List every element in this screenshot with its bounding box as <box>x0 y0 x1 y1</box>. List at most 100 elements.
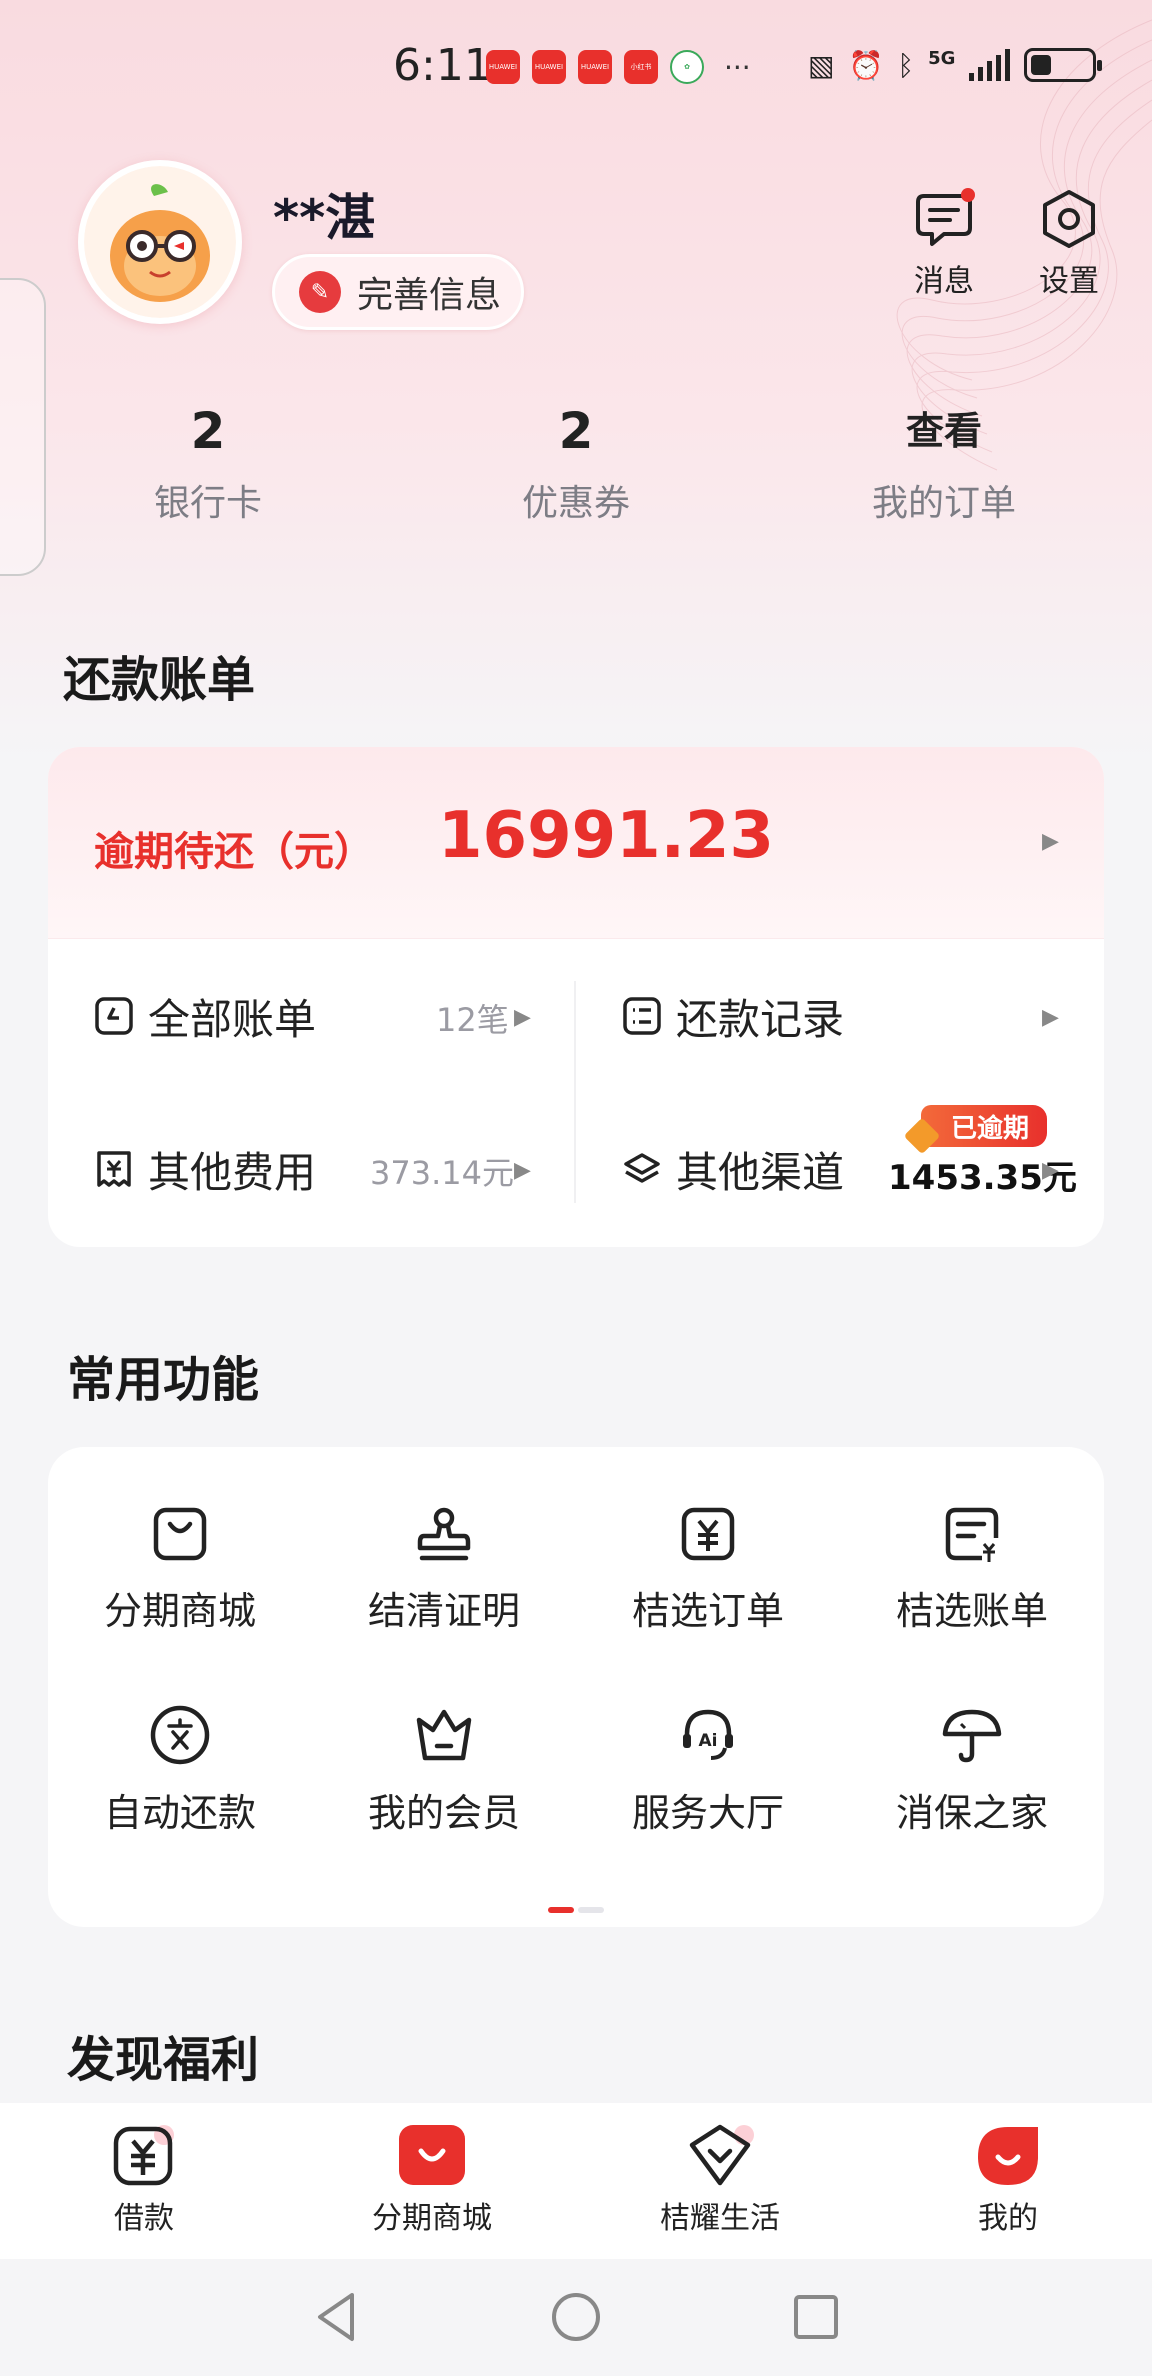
bank-cards-label: 银行卡 <box>153 483 262 524</box>
other-fees-amount: 373.14元 <box>370 1154 514 1192</box>
messages-button[interactable]: 消息 <box>899 188 989 300</box>
chevron-right-icon: ▶ <box>514 1158 531 1183</box>
huawei-app-icon: HUAWEI <box>486 50 520 84</box>
chevron-right-icon: ▶ <box>1042 1005 1059 1030</box>
shopping-bag-icon <box>153 1507 207 1561</box>
nav-mine[interactable]: 我的 <box>908 2123 1108 2237</box>
feature-label: 结清证明 <box>367 1589 520 1633</box>
huawei-app-icon: HUAWEI <box>578 50 612 84</box>
nav-mall[interactable]: 分期商城 <box>332 2123 532 2237</box>
bill-icon <box>945 1507 999 1562</box>
gear-icon <box>1043 190 1095 248</box>
other-fees-link[interactable]: 其他费用 <box>94 1129 316 1209</box>
calendar-bill-icon <box>95 997 133 1035</box>
back-icon[interactable] <box>312 2289 360 2345</box>
user-name: **湛 <box>273 189 376 247</box>
status-time: 6:11 <box>393 40 492 91</box>
auto-pay-icon <box>150 1705 210 1765</box>
feature-label: 分期商城 <box>103 1589 256 1633</box>
loan-icon <box>113 2125 174 2186</box>
orange-mascot-avatar-icon <box>84 166 236 318</box>
chevron-right-icon: ▶ <box>1042 829 1059 854</box>
orders-view-link: 查看 <box>905 409 982 453</box>
nav-loan[interactable]: 借款 <box>44 2123 244 2237</box>
bank-cards-stat[interactable]: 2 银行卡 <box>78 396 338 526</box>
nav-life[interactable]: 桔耀生活 <box>620 2123 820 2237</box>
layers-icon <box>624 1153 660 1183</box>
other-channels-label: 其他渠道 <box>676 1147 845 1197</box>
all-bills-label: 全部账单 <box>148 994 317 1044</box>
mine-icon <box>978 2127 1038 2185</box>
all-bills-count: 12笔 <box>436 1001 509 1039</box>
feature-selected-bills[interactable]: 桔选账单 <box>840 1504 1104 1635</box>
bank-cards-count: 2 <box>190 402 226 460</box>
feature-label: 自动还款 <box>103 1791 256 1835</box>
avatar[interactable] <box>78 160 242 324</box>
battery-icon <box>1024 48 1103 82</box>
settings-label: 设置 <box>1039 264 1099 299</box>
alarm-icon: ⏰ <box>848 48 884 82</box>
feature-selected-orders[interactable]: 桔选订单 <box>576 1504 840 1635</box>
all-bills-link[interactable]: 全部账单 <box>94 976 316 1056</box>
feature-consumer-protection[interactable]: 消保之家 <box>840 1704 1104 1837</box>
nav-label: 借款 <box>114 2201 174 2236</box>
features-page-indicator <box>548 1907 604 1913</box>
pencil-icon: ✎ <box>299 271 341 313</box>
ai-service-icon: Ai <box>683 1709 733 1760</box>
coupons-stat[interactable]: 2 优惠券 <box>446 396 706 526</box>
life-icon <box>689 2124 754 2186</box>
feature-label: 桔选订单 <box>631 1589 784 1633</box>
nav-label: 我的 <box>978 2201 1038 2236</box>
overdue-label: 逾期待还（元） <box>94 829 374 875</box>
chevron-right-icon: ▶ <box>1042 1158 1059 1183</box>
coupons-label: 优惠券 <box>521 483 630 524</box>
repayment-records-label: 还款记录 <box>676 994 845 1044</box>
complete-info-label: 完善信息 <box>357 275 502 316</box>
page-dot-active <box>548 1907 574 1913</box>
recent-apps-icon[interactable] <box>792 2293 840 2341</box>
feature-label: 我的会员 <box>367 1791 520 1835</box>
signal-icon <box>969 49 1011 81</box>
settings-button[interactable]: 设置 <box>1024 188 1114 300</box>
huawei-app-icon: HUAWEI <box>532 50 566 84</box>
other-fees-label: 其他费用 <box>148 1147 317 1197</box>
feature-label: 服务大厅 <box>631 1791 784 1835</box>
yuan-order-icon <box>681 1507 735 1561</box>
complete-info-button[interactable]: ✎ 完善信息 <box>272 254 524 330</box>
page-dot <box>578 1907 604 1913</box>
bottom-nav: 借款 分期商城 桔耀生活 我的 <box>0 2103 1152 2259</box>
bank-app-icon: ✿ <box>670 50 704 84</box>
nav-label: 分期商城 <box>372 2201 492 2236</box>
nfc-icon: ▧ <box>808 48 835 82</box>
home-icon[interactable] <box>550 2291 602 2343</box>
orders-label: 我的订单 <box>871 483 1016 524</box>
records-list-icon <box>623 997 661 1035</box>
repayment-section-title: 还款账单 <box>63 652 256 708</box>
overdue-tag: 已逾期 <box>921 1105 1048 1147</box>
feature-settlement-proof[interactable]: 结清证明 <box>312 1504 576 1635</box>
feature-label: 桔选账单 <box>895 1589 1048 1633</box>
feature-service-hall[interactable]: Ai 服务大厅 <box>576 1704 840 1837</box>
status-icons: ▧ ⏰ ᛒ 5G <box>808 48 1103 82</box>
feature-auto-repay[interactable]: 自动还款 <box>48 1704 312 1837</box>
stamp-icon <box>417 1507 471 1561</box>
other-channels-link[interactable]: 其他渠道 <box>622 1129 844 1209</box>
account-stats: 2 银行卡 2 优惠券 查看 我的订单 <box>0 396 1152 526</box>
bluetooth-icon: ᛒ <box>897 48 915 82</box>
overdue-summary[interactable]: 逾期待还（元） 16991.23 ▶ <box>48 747 1104 939</box>
umbrella-icon <box>942 1709 1002 1763</box>
status-bar: 6:11 HUAWEI HUAWEI HUAWEI 小红书 ✿ ··· ▧ ⏰ … <box>0 40 1152 100</box>
feature-installment-mall[interactable]: 分期商城 <box>48 1504 312 1635</box>
fee-receipt-icon <box>97 1151 131 1187</box>
more-notifications-icon: ··· <box>724 50 751 84</box>
discover-section-title: 发现福利 <box>67 2032 260 2088</box>
feature-my-membership[interactable]: 我的会员 <box>312 1704 576 1837</box>
svg-text:Ai: Ai <box>699 1731 718 1751</box>
orders-stat[interactable]: 查看 我的订单 <box>814 396 1074 526</box>
nav-label: 桔耀生活 <box>660 2201 780 2236</box>
system-navigation-bar <box>0 2259 1152 2376</box>
repayment-records-link[interactable]: 还款记录 <box>622 976 844 1056</box>
overdue-amount: 16991.23 <box>438 799 775 873</box>
network-type: 5G <box>928 48 956 69</box>
messages-label: 消息 <box>914 264 974 299</box>
